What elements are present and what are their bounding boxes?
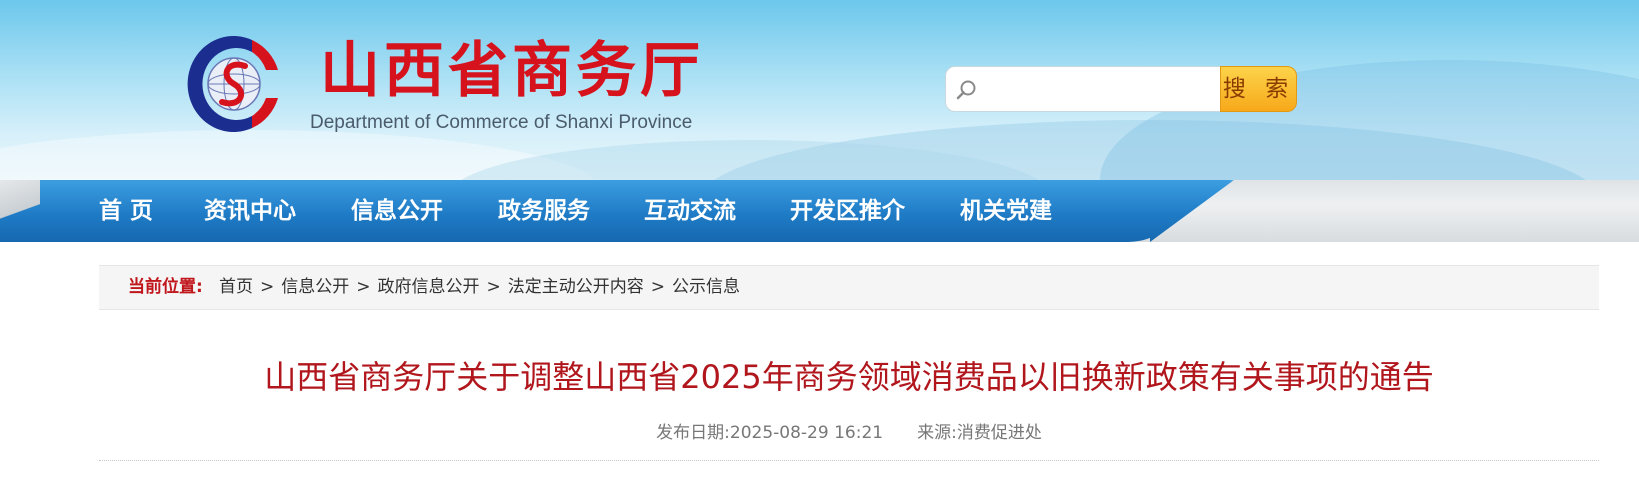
nav-item-news[interactable]: 资讯中心 <box>204 180 296 242</box>
publish-date: 2025-08-29 16:21 <box>729 423 884 443</box>
site-logo[interactable] <box>182 30 282 138</box>
breadcrumb-separator: > <box>486 277 501 297</box>
breadcrumb-separator: > <box>650 277 665 297</box>
site-title: 山西省商务厅 <box>320 36 704 106</box>
publish-date-label: 发布日期: <box>656 423 730 443</box>
article-title: 山西省商务厅关于调整山西省2025年商务领域消费品以旧换新政策有关事项的通告 <box>264 358 1434 396</box>
breadcrumb-link-info-disclosure[interactable]: 信息公开 <box>281 277 349 297</box>
breadcrumb-link-statutory[interactable]: 法定主动公开内容 <box>508 277 644 297</box>
breadcrumb-separator: > <box>260 277 275 297</box>
breadcrumb: 当前位置: 首页 > 信息公开 > 政府信息公开 > 法定主动公开内容 > 公示信息 <box>99 265 1599 310</box>
nav-left-decoration <box>0 180 40 242</box>
search-input[interactable] <box>986 75 1212 103</box>
breadcrumb-link-gov-info[interactable]: 政府信息公开 <box>378 277 480 297</box>
source-value: 消费促进处 <box>956 423 1042 443</box>
search-button[interactable]: 搜 索 <box>1220 66 1297 112</box>
nav-item-dev-zone[interactable]: 开发区推介 <box>790 180 905 242</box>
header-banner: 山西省商务厅 Department of Commerce of Shanxi … <box>0 0 1639 180</box>
search-icon <box>956 80 976 100</box>
breadcrumb-label: 当前位置: <box>128 277 203 297</box>
nav-item-party-building[interactable]: 机关党建 <box>960 180 1052 242</box>
breadcrumb-link-home[interactable]: 首页 <box>219 277 253 297</box>
search-box <box>945 66 1221 112</box>
breadcrumb-path: 首页 > 信息公开 > 政府信息公开 > 法定主动公开内容 > 公示信息 <box>219 266 740 309</box>
nav-item-services[interactable]: 政务服务 <box>498 180 590 242</box>
article-divider <box>99 460 1599 461</box>
site-subtitle: Department of Commerce of Shanxi Provinc… <box>310 112 693 133</box>
source-label: 来源: <box>917 423 957 443</box>
breadcrumb-link-notices[interactable]: 公示信息 <box>672 277 740 297</box>
breadcrumb-separator: > <box>356 277 371 297</box>
article-meta: 发布日期:2025-08-29 16:21 来源:消费促进处 <box>99 418 1599 443</box>
nav-item-home[interactable]: 首 页 <box>99 180 153 242</box>
nav-item-interaction[interactable]: 互动交流 <box>644 180 736 242</box>
logo-emblem-icon <box>187 35 278 132</box>
nav-item-info-disclosure[interactable]: 信息公开 <box>351 180 443 242</box>
